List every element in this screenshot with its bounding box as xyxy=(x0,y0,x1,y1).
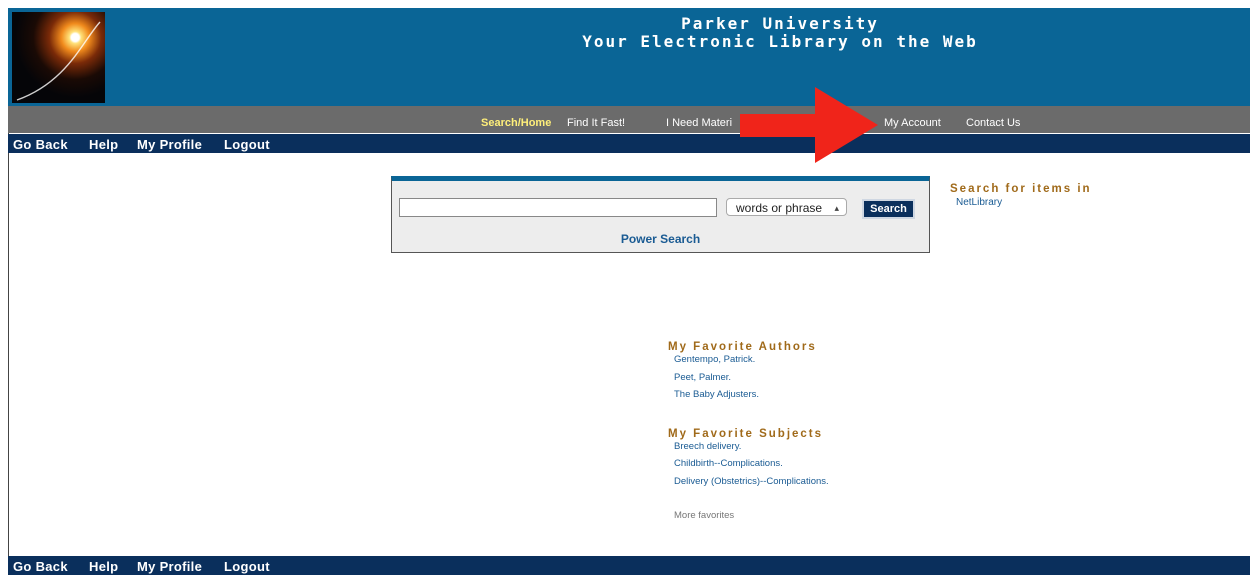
bottom-toolbar: Go Back Help My Profile Logout xyxy=(8,556,1250,575)
netlibrary-link[interactable]: NetLibrary xyxy=(956,197,1002,208)
favorite-author-item[interactable]: Peet, Palmer. xyxy=(674,372,731,383)
search-type-value: words or phrase xyxy=(736,201,823,215)
arrow-shape xyxy=(740,87,878,163)
favorite-author-item[interactable]: The Baby Adjusters. xyxy=(674,389,759,400)
favorite-authors-heading: My Favorite Authors xyxy=(668,341,817,353)
power-search-link[interactable]: Power Search xyxy=(392,232,929,246)
favorite-subject-item[interactable]: Childbirth--Complications. xyxy=(674,458,783,469)
nav-my-account[interactable]: My Account xyxy=(884,117,941,129)
logout-link[interactable]: Logout xyxy=(224,137,270,152)
eclipse-logo-icon xyxy=(12,12,105,103)
main-nav xyxy=(8,106,1250,133)
title-line-2: Your Electronic Library on the Web xyxy=(582,32,978,51)
go-back-link[interactable]: Go Back xyxy=(13,137,68,152)
red-arrow-icon xyxy=(740,87,878,163)
favorite-author-item[interactable]: Gentempo, Patrick. xyxy=(674,354,755,365)
favorite-subject-item[interactable]: Breech delivery. xyxy=(674,441,741,452)
go-back-link[interactable]: Go Back xyxy=(13,559,68,574)
page-title: Parker University Your Electronic Librar… xyxy=(400,15,1160,51)
search-for-items-heading: Search for items in xyxy=(950,183,1092,195)
favorite-subjects-heading: My Favorite Subjects xyxy=(668,428,824,440)
more-favorites-link[interactable]: More favorites xyxy=(674,510,734,521)
search-panel: words or phrase ▴ Search Power Search xyxy=(391,176,930,253)
my-profile-link[interactable]: My Profile xyxy=(137,137,202,152)
nav-find-it-fast[interactable]: Find It Fast! xyxy=(567,117,625,129)
top-toolbar: Go Back Help My Profile Logout xyxy=(8,134,1250,153)
search-input[interactable] xyxy=(399,198,717,217)
nav-search-home[interactable]: Search/Home xyxy=(481,117,551,129)
nav-contact-us[interactable]: Contact Us xyxy=(966,117,1020,129)
search-button[interactable]: Search xyxy=(862,199,915,219)
logout-link[interactable]: Logout xyxy=(224,559,270,574)
help-link[interactable]: Help xyxy=(89,137,118,152)
favorite-subject-item[interactable]: Delivery (Obstetrics)--Complications. xyxy=(674,476,829,487)
title-line-1: Parker University xyxy=(681,14,879,33)
select-updown-icon: ▴ xyxy=(834,203,839,213)
search-type-select[interactable]: words or phrase ▴ xyxy=(726,198,847,216)
help-link[interactable]: Help xyxy=(89,559,118,574)
my-profile-link[interactable]: My Profile xyxy=(137,559,202,574)
nav-i-need-materials[interactable]: I Need Materi xyxy=(666,117,732,129)
